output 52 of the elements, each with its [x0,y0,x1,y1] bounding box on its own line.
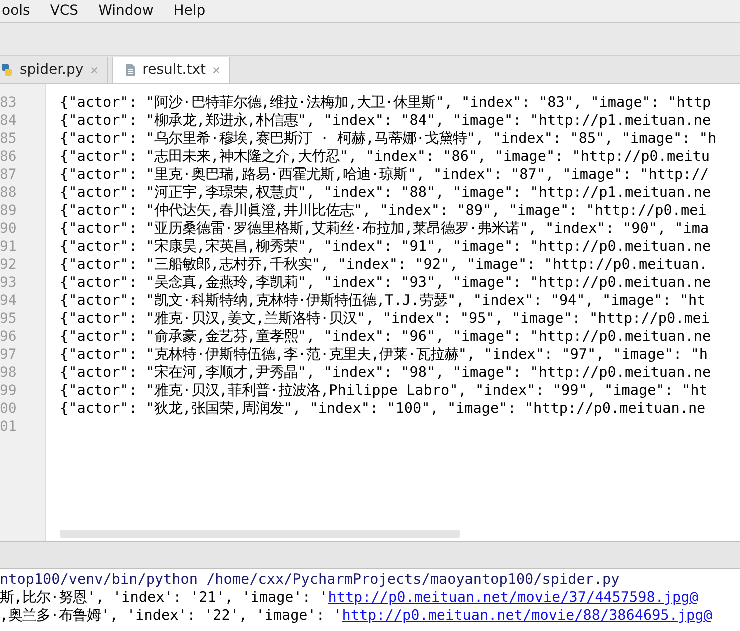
line-number: 87 [0,166,18,184]
console-output: 斯,比尔·努恩', 'index': '21', 'image': ' [0,590,328,606]
image-link[interactable]: http://p0.meituan.net/movie/88/3864695.jpg@ [342,608,712,624]
code-line: {"actor": "志田未来,神木隆之介,大竹忍", "index": "86", "image": "http://p0.meitu [60,148,712,166]
horizontal-scrollbar[interactable] [60,530,460,538]
code-line: {"actor": "狄龙,张国荣,周润发", "index": "100", "image": "http://p0.meituan.ne [60,400,707,418]
code-line: {"actor": "里克·奥巴瑞,路易·西霍尤斯,哈迪·琼斯", "index": "87", "image": "http:// [60,166,710,184]
line-number: 91 [0,238,18,256]
console-output: ,奥兰多·布鲁姆', 'index': '22', 'image': ' [0,608,342,624]
line-number: 01 [0,418,18,436]
code-line: {"actor": "宋在河,李顺才,尹秀晶", "index": "98", "image": "http://p0.meituan.ne [60,364,712,382]
menu-item[interactable]: VCS [48,3,81,19]
code-line: {"actor": "凯文·科斯特纳,克林特·伊斯特伍德,T.J.劳瑟", "index": "94", "image": "ht [60,292,707,310]
code-line: {"actor": "仲代达矢,春川眞澄,井川比佐志", "index": "89", "image": "http://p0.mei [60,202,708,220]
line-number: 94 [0,292,18,310]
line-number: 89 [0,202,18,220]
code-line: {"actor": "亚历桑德雷·罗德里格斯,艾莉丝·布拉加,莱昂德罗·弗米诺", "index": "90", "ima [60,220,710,238]
line-number: 84 [0,112,18,130]
code-line: {"actor": "俞承豪,金艺芬,童孝熙", "index": "96", "image": "http://p0.meituan.ne [60,328,712,346]
file-tab[interactable]: result.txt [112,57,230,83]
python-file-icon [0,63,14,77]
menu-item[interactable]: Window [96,3,156,19]
image-link[interactable]: http://p0.meituan.net/movie/37/4457598.jpg@ [328,590,698,606]
code-line: {"actor": "阿沙·巴特菲尔德,维拉·法梅加,大卫·休里斯", "index": "83", "image": "http [60,94,712,112]
code-line: {"actor": "雅克·贝汉,姜文,兰斯洛特·贝汉", "index": "95", "image": "http://p0.mei [60,310,712,328]
console-command: ntop100/venv/bin/python /home/cxx/PycharmProjects/maoyantop100/spider.py [0,571,621,589]
code-line: {"actor": "河正宇,李璟荣,权慧贞", "index": "88", "image": "http://p1.meituan.ne [60,184,712,202]
line-number: 95 [0,310,18,328]
line-number: 88 [0,184,18,202]
code-line: {"actor": "吴念真,金燕玲,李凯莉", "index": "93", "image": "http://p0.meituan.ne [60,274,712,292]
line-number: 92 [0,256,18,274]
line-number: 97 [0,346,18,364]
code-line: {"actor": "雅克·贝汉,菲利普·拉波洛,Philippe Labro", "index": "99", "image": "ht [60,382,709,400]
close-icon[interactable] [90,66,99,74]
code-line: {"actor": "三船敏郎,志村乔,千秋实", "index": "92", "image": "http://p0.meituan. [60,256,709,274]
line-number: 99 [0,382,18,400]
file-tab[interactable]: spider.py [0,57,108,83]
line-number: 96 [0,328,18,346]
line-number: 98 [0,364,18,382]
line-number: 85 [0,130,18,148]
code-line: {"actor": "乌尔里希·穆埃,赛巴斯汀 · 柯赫,马蒂娜·戈黛特", "index": "85", "image": "h [60,130,718,148]
line-number: 90 [0,220,18,238]
menu-item[interactable]: ools [0,3,32,19]
code-line: {"actor": "克林特·伊斯特伍德,李·范·克里夫,伊莱·瓦拉赫", "index": "97", "image": "h [60,346,709,364]
close-icon[interactable] [212,66,221,74]
line-number: 93 [0,274,18,292]
line-number: 00 [0,400,18,418]
menu-item[interactable]: Help [172,3,208,19]
line-number: 86 [0,148,18,166]
code-line: {"actor": "宋康昊,宋英昌,柳秀荣", "index": "91", "image": "http://p0.meituan.ne [60,238,712,256]
line-number: 83 [0,94,18,112]
code-line: {"actor": "柳承龙,郑进永,朴信惠", "index": "84", "image": "http://p1.meituan.ne [60,112,712,130]
